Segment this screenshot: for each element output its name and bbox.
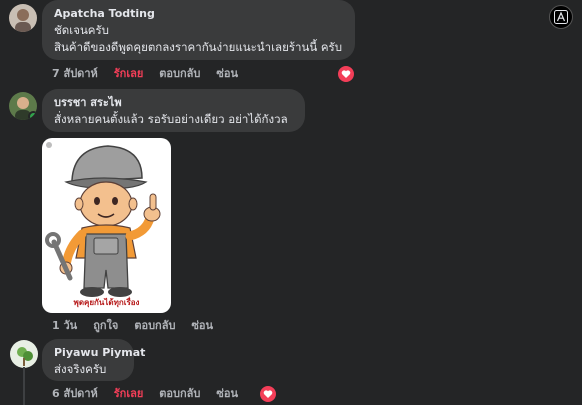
comment-time[interactable]: 7 สัปดาห์ xyxy=(52,66,98,82)
react-button[interactable]: รักเลย xyxy=(114,386,144,402)
comment-author[interactable]: Piyawu Piymat xyxy=(54,345,145,360)
comment-author[interactable]: Apatcha Todting xyxy=(54,6,343,21)
comment-actions: 6 สัปดาห์ รักเลย ตอบกลับ ซ่อน xyxy=(52,386,238,402)
hide-button[interactable]: ซ่อน xyxy=(216,66,238,82)
comment-text: ชัดเจนครับ xyxy=(54,23,109,37)
avatar[interactable] xyxy=(10,340,38,368)
reaction-badge[interactable] xyxy=(336,64,356,84)
mechanic-boy-sticker[interactable]: พุดคุยกันได้ทุกเรื่อง xyxy=(42,138,171,313)
comment-bubble: Piyawu Piymat ส่งจริงครับ xyxy=(42,339,145,381)
reaction-badge[interactable] xyxy=(258,384,278,404)
comment-time[interactable]: 6 สัปดาห์ xyxy=(52,386,98,402)
comment-bubble: Apatcha Todting ชัดเจนครับ สินค้าดีของดี… xyxy=(42,0,355,60)
comment-author[interactable]: บรรชา สระไพ xyxy=(54,95,293,110)
react-button[interactable]: รักเลย xyxy=(114,66,144,82)
comment-actions: 1 วัน ถูกใจ ตอบกลับ ซ่อน xyxy=(52,318,213,334)
like-button[interactable]: ถูกใจ xyxy=(93,318,118,334)
thread-line xyxy=(23,367,25,405)
online-indicator xyxy=(28,111,37,120)
comment-time[interactable]: 1 วัน xyxy=(52,318,77,334)
reply-button[interactable]: ตอบกลับ xyxy=(134,318,175,334)
reply-button[interactable]: ตอบกลับ xyxy=(159,66,200,82)
comment-text: ส่งจริงครับ xyxy=(54,362,107,376)
translate-button[interactable] xyxy=(549,5,573,29)
reply-button[interactable]: ตอบกลับ xyxy=(159,386,200,402)
comment-text: สินค้าดีของดีพูดคุยตกลงราคากันง่ายแนะนำเ… xyxy=(54,40,343,54)
sticker-caption: พุดคุยกันได้ทุกเรื่อง xyxy=(73,298,140,307)
hide-button[interactable]: ซ่อน xyxy=(191,318,213,334)
hide-button[interactable]: ซ่อน xyxy=(216,386,238,402)
avatar[interactable] xyxy=(9,92,37,120)
avatar[interactable] xyxy=(9,4,37,32)
heart-icon xyxy=(341,70,351,78)
translate-icon xyxy=(554,10,568,24)
comment-text: สั่งหลายคนตั้งแล้ว รอรับอย่างเดียว อย่าไ… xyxy=(54,112,288,126)
heart-icon xyxy=(263,390,273,398)
comment-actions: 7 สัปดาห์ รักเลย ตอบกลับ ซ่อน xyxy=(52,66,238,82)
comment-bubble: บรรชา สระไพ สั่งหลายคนตั้งแล้ว รอรับอย่า… xyxy=(42,89,305,132)
